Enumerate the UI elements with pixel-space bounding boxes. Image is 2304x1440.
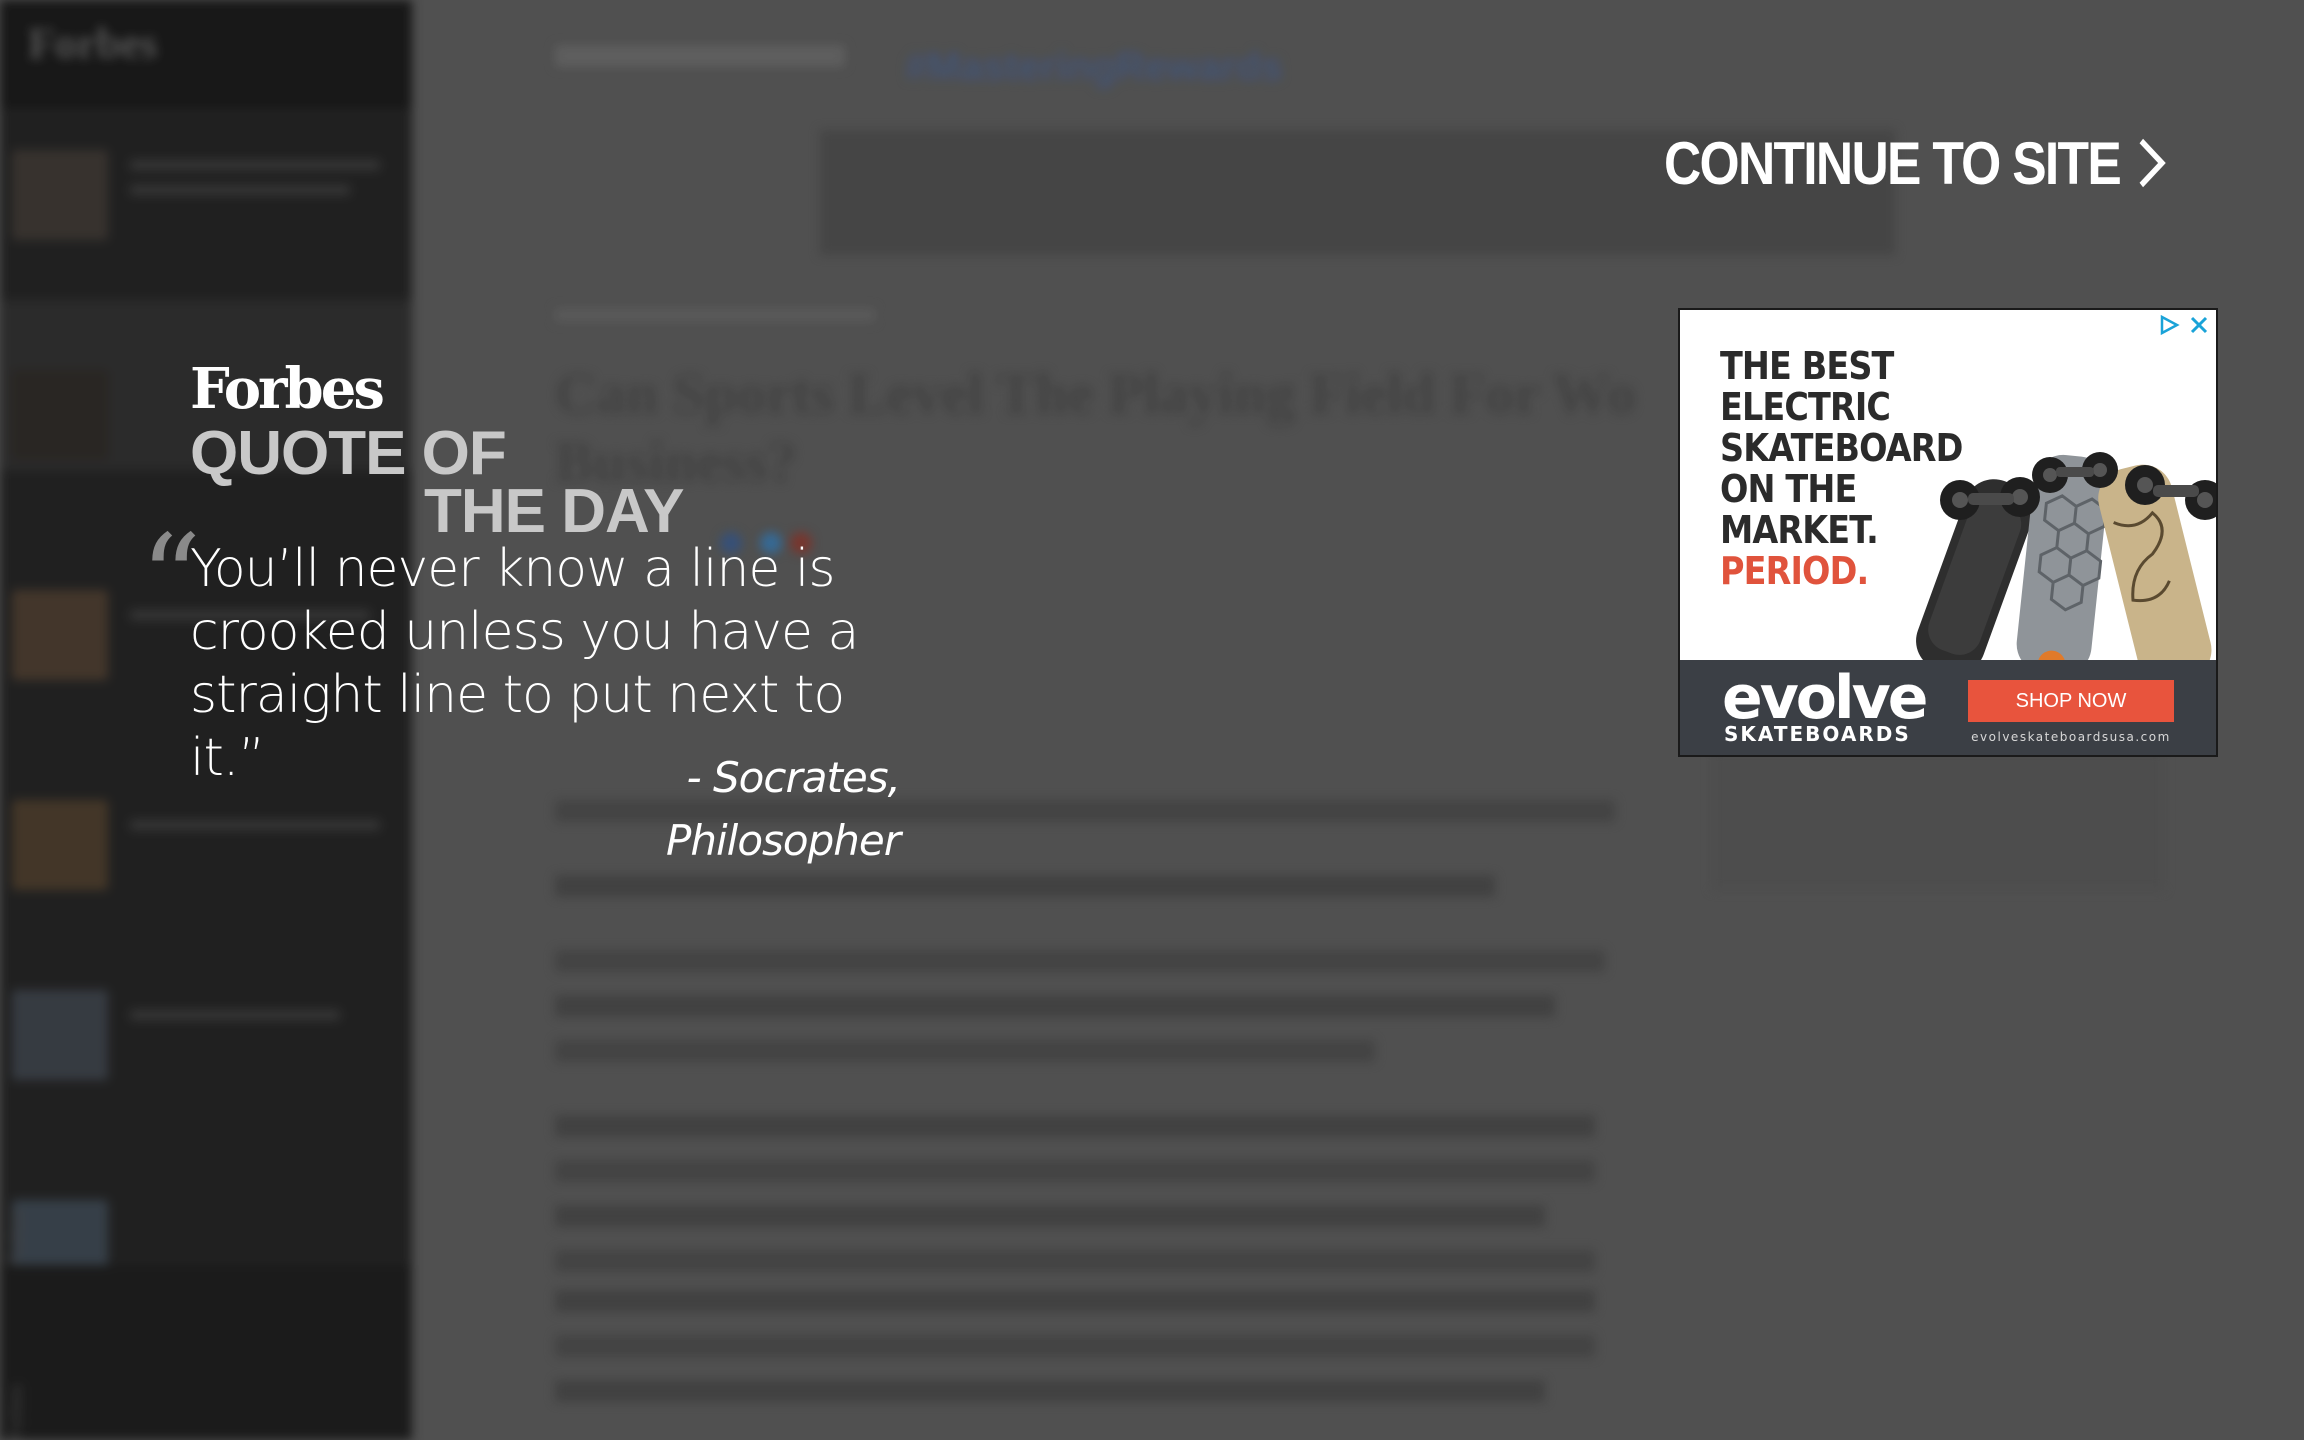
skateboard-ad[interactable]: THE BEST ELECTRIC SKATEBOARD ON THE MARK… [1678, 308, 2218, 757]
adchoices-icon[interactable] [2158, 314, 2180, 336]
continue-to-site-button[interactable]: CONTINUE TO SITE [1664, 122, 2166, 204]
forbes-logo: Forbes [190, 356, 385, 422]
close-icon[interactable] [2188, 314, 2210, 336]
ad-brand-logo: evolve [1722, 663, 1928, 733]
quote-title-line2: THE DAY [424, 477, 684, 546]
ad-footer: evolve SKATEBOARDS SHOP NOW evolveskateb… [1680, 660, 2216, 755]
continue-to-site-label: CONTINUE TO SITE [1664, 129, 2122, 197]
ad-url: evolveskateboardsusa.com [1971, 730, 2171, 744]
ad-brand-subtitle: SKATEBOARDS [1724, 722, 1911, 746]
shop-now-button[interactable]: SHOP NOW [1968, 680, 2174, 722]
ad-controls [2158, 314, 2210, 336]
chevron-right-icon [2139, 138, 2166, 188]
ad-headline-accent: PERIOD. [1720, 549, 1869, 593]
skateboards-image [1916, 452, 2216, 665]
quote-author: - Socrates, Philosopher [666, 753, 901, 865]
